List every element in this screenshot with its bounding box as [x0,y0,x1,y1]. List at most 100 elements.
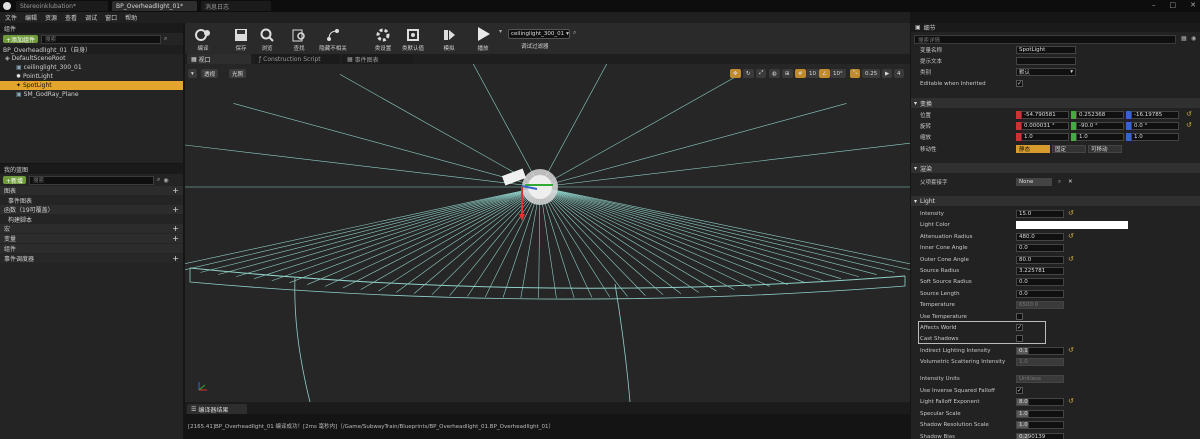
component-godray-plane[interactable]: ▣ SM_GodRay_Plane [0,90,183,99]
clear-icon[interactable]: ✕ [1068,179,1073,185]
tab-event-graph[interactable]: ▦ 事件图表 [343,54,413,64]
class-settings-button[interactable]: 类设置 [367,23,399,54]
simulate-button[interactable]: 模拟 [433,23,465,54]
rotation-z-field[interactable]: 0.0 ° [1131,122,1179,130]
shadow-bias-field[interactable]: 0.290139 [1016,432,1064,439]
reset-icon[interactable]: ↺ [1186,121,1192,129]
temperature-field[interactable]: 6500.0 [1016,301,1064,310]
mobility-movable-button[interactable]: 可移动 [1088,145,1122,153]
rotate-tool-icon[interactable]: ↻ [743,69,754,78]
scale-snap-value[interactable]: 0.25 [862,69,881,78]
item-event-graph[interactable]: 事件图表 [0,196,183,205]
location-x-field[interactable]: -54.790581 [1021,111,1069,119]
scale-snap-icon[interactable]: ⤡ [850,69,861,78]
outer-cone-angle-field[interactable]: 80.0 [1016,255,1064,264]
component-spotlight[interactable]: ✦ SpotLight [0,81,183,90]
scale-tool-icon[interactable]: ⤢ [756,69,767,78]
play-options-icon[interactable]: ▾ [499,28,507,40]
category-graphs[interactable]: 图表 + [0,186,183,195]
scale-x-field[interactable]: 1.0 [1021,133,1069,141]
source-radius-field[interactable]: 3.225781 [1016,267,1064,275]
menu-window[interactable]: 窗口 [105,13,117,22]
section-rendering[interactable]: ▾ 渲染 [911,163,1200,173]
search-icon[interactable]: ⌕ [1058,179,1061,186]
rotation-y-field[interactable]: -90.0 ° [1076,122,1124,130]
perspective-button[interactable]: 透视 [201,69,219,78]
category-variables[interactable]: 变量 + [0,234,183,243]
source-length-field[interactable]: 0.0 [1016,289,1064,298]
blueprint-search-input[interactable]: 搜索 [29,175,155,185]
category-functions[interactable]: 函数（19可覆盖） + [0,205,183,214]
component-root[interactable]: BP_OverheadlIght_01（自身） [0,45,183,54]
translate-tool-icon[interactable]: ✥ [730,69,741,78]
shadow-resolution-scale-field[interactable]: 1.0 [1016,421,1064,429]
class-defaults-button[interactable]: 类默认值 [397,23,429,54]
menu-help[interactable]: 帮助 [125,13,137,22]
grid-snap-icon[interactable]: # [795,69,806,78]
play-button[interactable]: 播放 [467,23,499,54]
section-light[interactable]: ▾ Light [911,196,1200,206]
variable-name-field[interactable]: SpotLight [1016,46,1076,54]
light-falloff-exponent-field[interactable]: 8.0 [1016,398,1064,406]
tab-blueprint[interactable]: BP_OverheadlIght_01* [112,1,197,11]
soft-source-radius-field[interactable]: 0.0 [1016,278,1064,287]
add-icon[interactable]: + [172,254,179,263]
reset-icon[interactable]: ↺ [1068,232,1074,240]
rotation-x-field[interactable]: 0.000031 ° [1021,122,1069,130]
add-new-button[interactable]: +新增 [3,176,27,185]
component-default-scene-root[interactable]: ◈ DefaultSceneRoot [0,54,183,63]
find-button[interactable]: 查找 [283,23,315,54]
menu-view[interactable]: 查看 [65,13,77,22]
tooltip-field[interactable] [1016,57,1076,65]
mobility-stationary-button[interactable]: 固定 [1052,145,1086,153]
camera-speed-icon[interactable]: ▶ [882,69,893,78]
add-icon[interactable]: + [172,234,179,243]
tab-compiler-results[interactable]: ☰ 编译器结果 [187,404,247,414]
add-icon[interactable]: + [172,205,179,214]
use-inverse-squared-falloff-checkbox[interactable]: ✓ [1016,386,1023,394]
camera-speed-value[interactable]: 4 [894,69,904,78]
tab-viewport[interactable]: ▦ 视口 [187,54,251,64]
hide-unrelated-button[interactable]: 隐藏不相关 [315,23,351,54]
lit-button[interactable]: 光照 [229,69,247,78]
menu-asset[interactable]: 资源 [45,13,57,22]
location-y-field[interactable]: 0.252368 [1076,111,1124,119]
reset-icon[interactable]: ↺ [1068,346,1074,354]
minimize-icon[interactable]: – [1152,1,1156,11]
add-icon[interactable]: + [172,224,179,233]
menu-debug[interactable]: 调试 [85,13,97,22]
parent-socket-field[interactable]: None [1016,178,1052,186]
component-pointlight[interactable]: ✹ PointLight [0,72,183,81]
add-component-button[interactable]: +添加组件 [3,35,39,44]
scale-z-field[interactable]: 1.0 [1131,133,1179,141]
intensity-units-field[interactable]: Unitless [1016,375,1064,383]
view-options-icon[interactable]: ◉ [163,177,168,184]
property-matrix-icon[interactable]: ▦ [1181,35,1187,42]
add-icon[interactable]: + [172,186,179,195]
category-macros[interactable]: 宏 + [0,224,183,233]
rotation-snap-value[interactable]: 10° [830,69,846,78]
reset-icon[interactable]: ↺ [1068,209,1074,217]
viewport-options-button[interactable]: ▾ [188,69,197,78]
tab-construction-script[interactable]: ƒ Construction Script [255,54,339,64]
menu-edit[interactable]: 编辑 [25,13,37,22]
item-construction-script[interactable]: 构建脚本 [0,215,183,224]
location-z-field[interactable]: -16.19785 [1131,111,1179,119]
components-search-input[interactable]: 搜索 [41,34,162,44]
inner-cone-angle-field[interactable]: 0.0 [1016,244,1064,253]
reset-icon[interactable]: ↺ [1186,110,1192,118]
surface-snap-icon[interactable]: ⊞ [782,69,793,78]
attenuation-radius-field[interactable]: 480.0 [1016,232,1064,241]
light-color-swatch[interactable] [1016,221,1128,230]
reset-icon[interactable]: ↺ [1068,255,1074,263]
debug-filter-select[interactable]: ceilinglight_300_01 ▾ [508,29,570,39]
component-ceilinglight[interactable]: ▣ ceilinglight_300_01 [0,63,183,72]
category-select[interactable]: 默认 ▾ [1016,68,1076,76]
intensity-field[interactable]: 15.0 [1016,210,1064,218]
grid-snap-value[interactable]: 10 [806,69,819,78]
specular-scale-field[interactable]: 1.0 [1016,409,1064,418]
volumetric-scattering-intensity-field[interactable]: 1.0 [1016,358,1064,367]
close-icon[interactable]: ✕ [1190,1,1196,11]
section-transform[interactable]: ▾ 变换 [911,98,1200,108]
tab-message-log[interactable]: 消息日志 [201,1,271,11]
